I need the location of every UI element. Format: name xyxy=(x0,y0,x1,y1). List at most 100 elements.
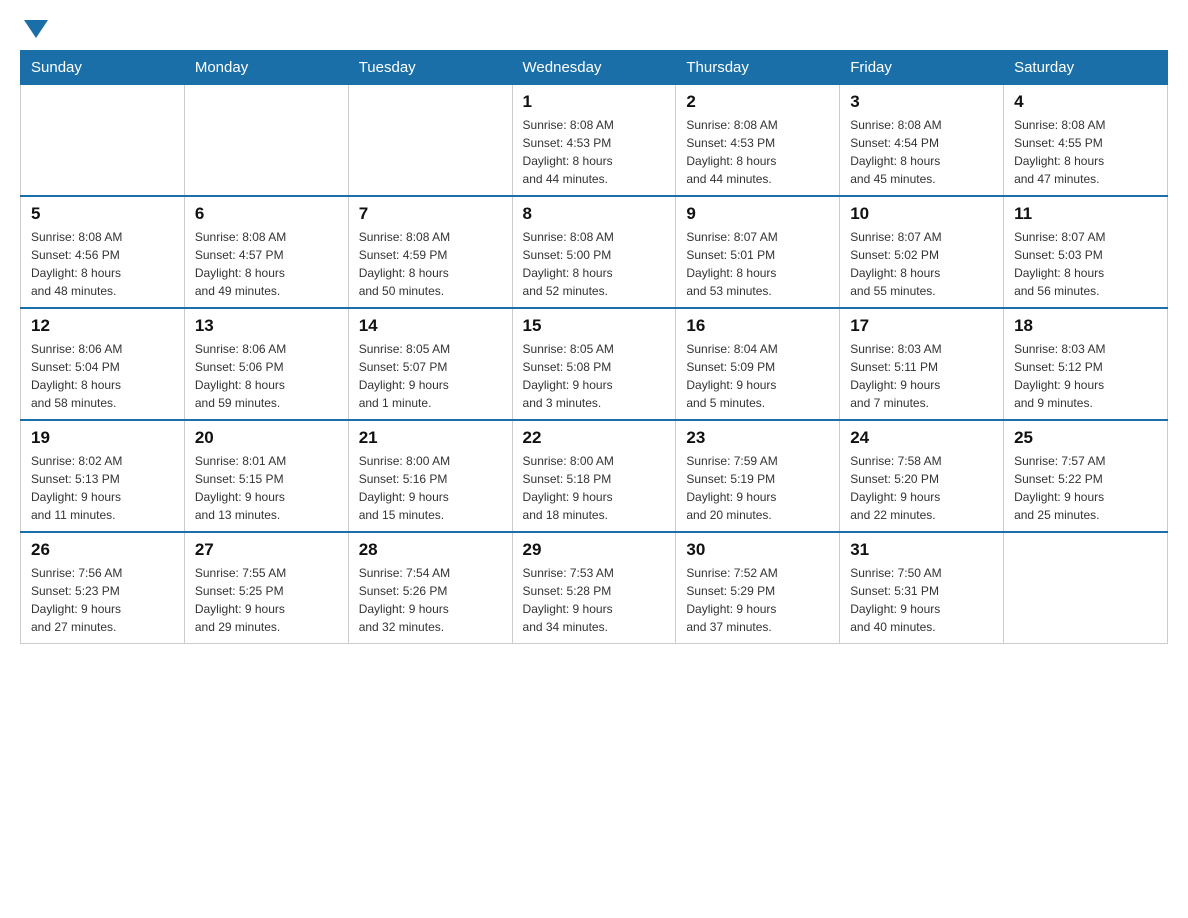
calendar-day-cell: 5Sunrise: 8:08 AM Sunset: 4:56 PM Daylig… xyxy=(21,196,185,308)
calendar-day-cell: 25 Sunrise: 7:57 AM Sunset: 5:22 PM Dayli… xyxy=(1004,420,1168,532)
weekday-header-row: SundayMondayTuesdayWednesdayThursdayFrid… xyxy=(21,51,1168,85)
calendar-day-cell: 23 Sunrise: 7:59 AM Sunset: 5:19 PM Dayli… xyxy=(676,420,840,532)
day-info: Sunrise: 8:05 AM Sunset: 5:07 PM Dayligh… xyxy=(359,340,502,412)
calendar-day-cell: 17 Sunrise: 8:03 AM Sunset: 5:11 PM Dayli… xyxy=(840,308,1004,420)
calendar-week-row: 26 Sunrise: 7:56 AM Sunset: 5:23 PM Dayli… xyxy=(21,532,1168,644)
day-info: Sunrise: 8:07 AM Sunset: 5:01 PM Dayligh… xyxy=(686,228,829,300)
weekday-header-friday: Friday xyxy=(840,51,1004,85)
calendar-day-cell: 7 Sunrise: 8:08 AM Sunset: 4:59 PM Daylig… xyxy=(348,196,512,308)
day-info: Sunrise: 7:55 AM Sunset: 5:25 PM Dayligh… xyxy=(195,564,338,636)
day-number: 17 xyxy=(850,316,993,336)
day-number: 26 xyxy=(31,540,174,560)
day-number: 1 xyxy=(523,92,666,112)
calendar-week-row: 5Sunrise: 8:08 AM Sunset: 4:56 PM Daylig… xyxy=(21,196,1168,308)
day-info: Sunrise: 8:08 AM Sunset: 4:53 PM Dayligh… xyxy=(523,116,666,188)
weekday-header-sunday: Sunday xyxy=(21,51,185,85)
day-number: 28 xyxy=(359,540,502,560)
day-info: Sunrise: 8:02 AM Sunset: 5:13 PM Dayligh… xyxy=(31,452,174,524)
day-number: 30 xyxy=(686,540,829,560)
weekday-header-thursday: Thursday xyxy=(676,51,840,85)
calendar-day-cell: 20 Sunrise: 8:01 AM Sunset: 5:15 PM Dayli… xyxy=(184,420,348,532)
calendar-day-cell: 16 Sunrise: 8:04 AM Sunset: 5:09 PM Dayli… xyxy=(676,308,840,420)
day-info: Sunrise: 8:07 AM Sunset: 5:03 PM Dayligh… xyxy=(1014,228,1157,300)
day-info: Sunrise: 8:03 AM Sunset: 5:11 PM Dayligh… xyxy=(850,340,993,412)
page-header xyxy=(20,20,1168,40)
calendar-day-cell xyxy=(184,85,348,197)
day-number: 10 xyxy=(850,204,993,224)
day-number: 20 xyxy=(195,428,338,448)
day-info: Sunrise: 7:59 AM Sunset: 5:19 PM Dayligh… xyxy=(686,452,829,524)
calendar-week-row: 19 Sunrise: 8:02 AM Sunset: 5:13 PM Dayli… xyxy=(21,420,1168,532)
day-info: Sunrise: 8:05 AM Sunset: 5:08 PM Dayligh… xyxy=(523,340,666,412)
day-info: Sunrise: 7:50 AM Sunset: 5:31 PM Dayligh… xyxy=(850,564,993,636)
day-number: 8 xyxy=(523,204,666,224)
day-number: 25 xyxy=(1014,428,1157,448)
weekday-header-monday: Monday xyxy=(184,51,348,85)
day-info: Sunrise: 8:07 AM Sunset: 5:02 PM Dayligh… xyxy=(850,228,993,300)
calendar-day-cell: 29 Sunrise: 7:53 AM Sunset: 5:28 PM Dayli… xyxy=(512,532,676,644)
day-number: 24 xyxy=(850,428,993,448)
calendar-day-cell: 11 Sunrise: 8:07 AM Sunset: 5:03 PM Dayli… xyxy=(1004,196,1168,308)
calendar-day-cell: 8 Sunrise: 8:08 AM Sunset: 5:00 PM Daylig… xyxy=(512,196,676,308)
calendar-day-cell: 6 Sunrise: 8:08 AM Sunset: 4:57 PM Daylig… xyxy=(184,196,348,308)
day-number: 4 xyxy=(1014,92,1157,112)
calendar-day-cell: 13Sunrise: 8:06 AM Sunset: 5:06 PM Dayli… xyxy=(184,308,348,420)
day-number: 13 xyxy=(195,316,338,336)
day-number: 16 xyxy=(686,316,829,336)
day-info: Sunrise: 8:03 AM Sunset: 5:12 PM Dayligh… xyxy=(1014,340,1157,412)
day-info: Sunrise: 8:08 AM Sunset: 4:53 PM Dayligh… xyxy=(686,116,829,188)
calendar-day-cell: 9Sunrise: 8:07 AM Sunset: 5:01 PM Daylig… xyxy=(676,196,840,308)
calendar-day-cell: 4Sunrise: 8:08 AM Sunset: 4:55 PM Daylig… xyxy=(1004,85,1168,197)
day-info: Sunrise: 8:00 AM Sunset: 5:16 PM Dayligh… xyxy=(359,452,502,524)
calendar-day-cell xyxy=(1004,532,1168,644)
day-info: Sunrise: 8:08 AM Sunset: 4:59 PM Dayligh… xyxy=(359,228,502,300)
day-number: 3 xyxy=(850,92,993,112)
calendar-day-cell: 18Sunrise: 8:03 AM Sunset: 5:12 PM Dayli… xyxy=(1004,308,1168,420)
day-number: 2 xyxy=(686,92,829,112)
day-info: Sunrise: 8:04 AM Sunset: 5:09 PM Dayligh… xyxy=(686,340,829,412)
calendar-day-cell: 21 Sunrise: 8:00 AM Sunset: 5:16 PM Dayli… xyxy=(348,420,512,532)
day-number: 27 xyxy=(195,540,338,560)
day-number: 23 xyxy=(686,428,829,448)
calendar-day-cell: 22Sunrise: 8:00 AM Sunset: 5:18 PM Dayli… xyxy=(512,420,676,532)
day-info: Sunrise: 8:08 AM Sunset: 4:54 PM Dayligh… xyxy=(850,116,993,188)
day-info: Sunrise: 7:56 AM Sunset: 5:23 PM Dayligh… xyxy=(31,564,174,636)
day-number: 15 xyxy=(523,316,666,336)
day-number: 31 xyxy=(850,540,993,560)
day-number: 7 xyxy=(359,204,502,224)
day-number: 6 xyxy=(195,204,338,224)
day-info: Sunrise: 8:08 AM Sunset: 4:56 PM Dayligh… xyxy=(31,228,174,300)
calendar-day-cell: 15 Sunrise: 8:05 AM Sunset: 5:08 PM Dayli… xyxy=(512,308,676,420)
day-info: Sunrise: 8:08 AM Sunset: 4:57 PM Dayligh… xyxy=(195,228,338,300)
day-info: Sunrise: 7:58 AM Sunset: 5:20 PM Dayligh… xyxy=(850,452,993,524)
day-number: 22 xyxy=(523,428,666,448)
day-number: 14 xyxy=(359,316,502,336)
calendar-day-cell: 30 Sunrise: 7:52 AM Sunset: 5:29 PM Dayli… xyxy=(676,532,840,644)
weekday-header-tuesday: Tuesday xyxy=(348,51,512,85)
calendar-day-cell xyxy=(21,85,185,197)
calendar-day-cell: 1 Sunrise: 8:08 AM Sunset: 4:53 PM Daylig… xyxy=(512,85,676,197)
day-number: 11 xyxy=(1014,204,1157,224)
logo xyxy=(20,20,48,40)
logo-triangle-icon xyxy=(24,20,48,38)
day-info: Sunrise: 8:01 AM Sunset: 5:15 PM Dayligh… xyxy=(195,452,338,524)
day-info: Sunrise: 8:06 AM Sunset: 5:04 PM Dayligh… xyxy=(31,340,174,412)
day-info: Sunrise: 7:57 AM Sunset: 5:22 PM Dayligh… xyxy=(1014,452,1157,524)
calendar-day-cell: 12 Sunrise: 8:06 AM Sunset: 5:04 PM Dayli… xyxy=(21,308,185,420)
day-number: 21 xyxy=(359,428,502,448)
day-number: 19 xyxy=(31,428,174,448)
calendar-day-cell: 2 Sunrise: 8:08 AM Sunset: 4:53 PM Daylig… xyxy=(676,85,840,197)
day-info: Sunrise: 8:08 AM Sunset: 5:00 PM Dayligh… xyxy=(523,228,666,300)
calendar-day-cell: 24 Sunrise: 7:58 AM Sunset: 5:20 PM Dayli… xyxy=(840,420,1004,532)
day-number: 29 xyxy=(523,540,666,560)
calendar-day-cell: 31 Sunrise: 7:50 AM Sunset: 5:31 PM Dayli… xyxy=(840,532,1004,644)
calendar-day-cell: 3 Sunrise: 8:08 AM Sunset: 4:54 PM Daylig… xyxy=(840,85,1004,197)
day-info: Sunrise: 7:53 AM Sunset: 5:28 PM Dayligh… xyxy=(523,564,666,636)
calendar-week-row: 1 Sunrise: 8:08 AM Sunset: 4:53 PM Daylig… xyxy=(21,85,1168,197)
calendar-day-cell xyxy=(348,85,512,197)
calendar-day-cell: 10 Sunrise: 8:07 AM Sunset: 5:02 PM Dayli… xyxy=(840,196,1004,308)
weekday-header-saturday: Saturday xyxy=(1004,51,1168,85)
day-number: 12 xyxy=(31,316,174,336)
calendar-day-cell: 28Sunrise: 7:54 AM Sunset: 5:26 PM Dayli… xyxy=(348,532,512,644)
day-info: Sunrise: 7:52 AM Sunset: 5:29 PM Dayligh… xyxy=(686,564,829,636)
